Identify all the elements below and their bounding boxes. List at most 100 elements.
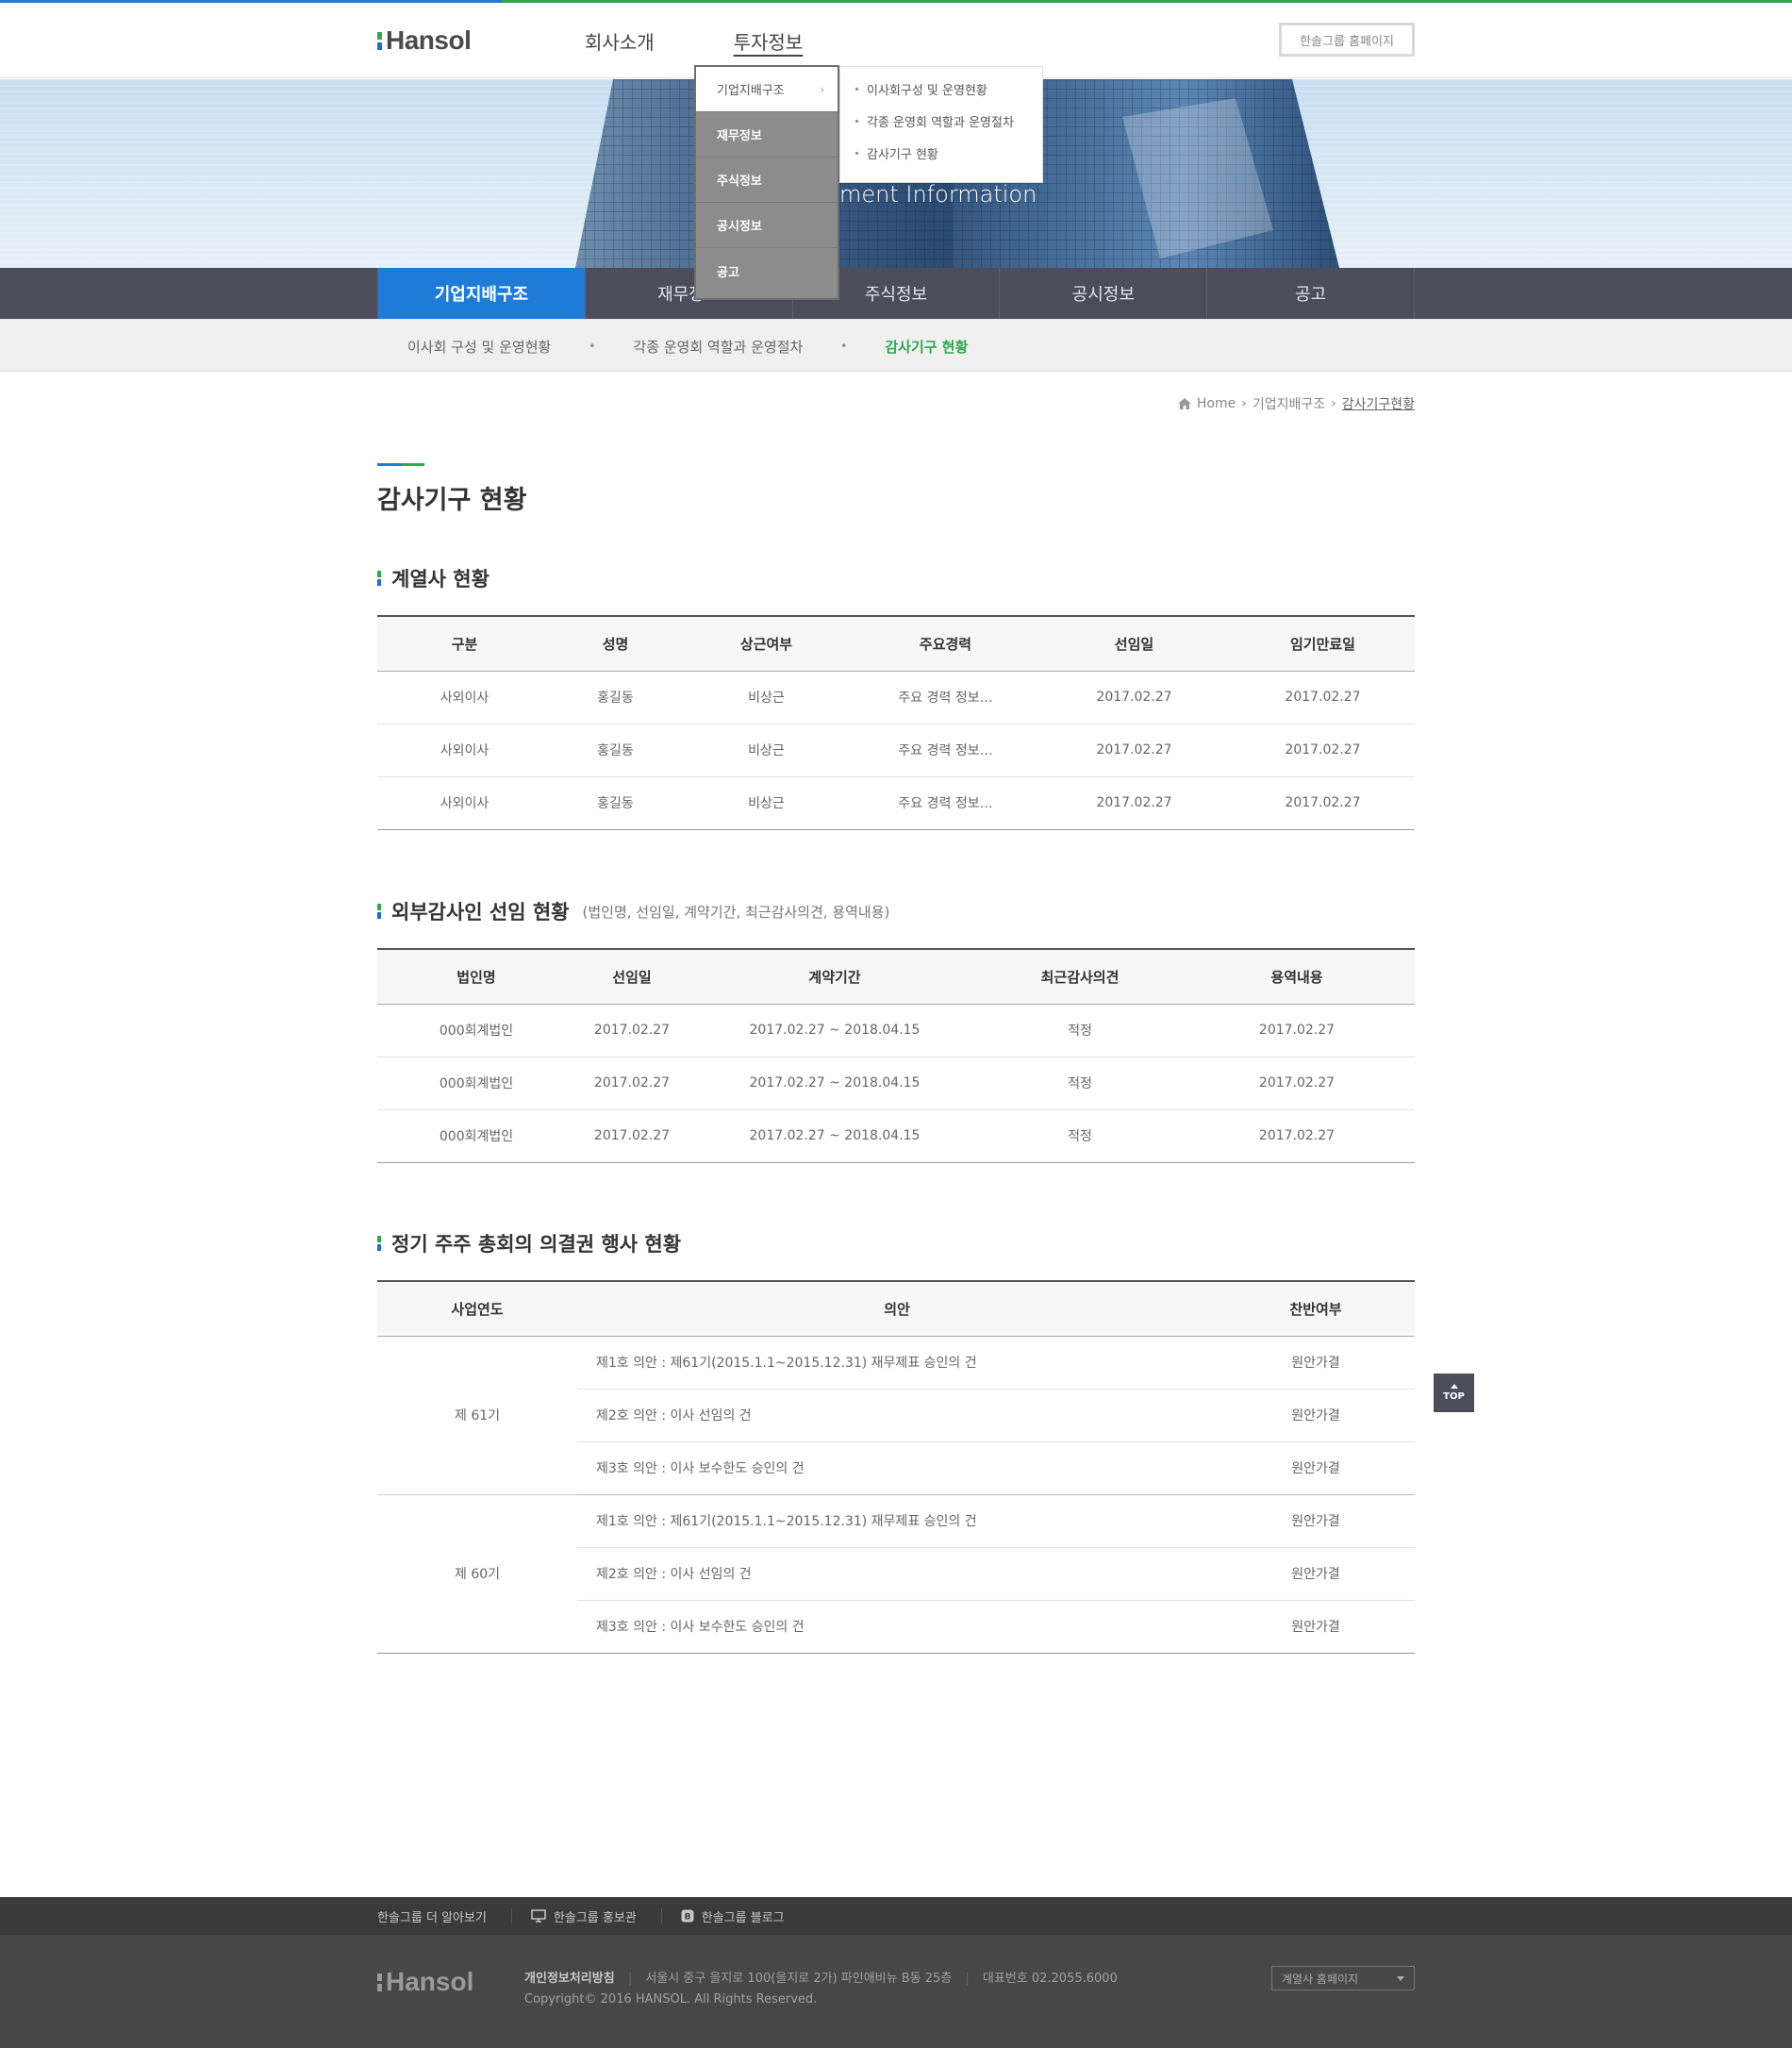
- table-header-row: 법인명 선임일 계약기간 최근감사의견 용역내용: [377, 948, 1415, 1005]
- top-label: TOP: [1443, 1391, 1465, 1402]
- section-title-voting: 정기 주주 총회의 의결권 행사 현황: [377, 1229, 681, 1257]
- dropdown-item-stock[interactable]: 주식정보: [696, 158, 838, 203]
- table-cell: 비상근: [679, 776, 854, 830]
- gnb-investment[interactable]: 투자정보: [734, 27, 804, 55]
- footer-link-blog[interactable]: B 한솔그룹 블로그: [660, 1908, 785, 1925]
- col-header: 법인명: [377, 948, 575, 1005]
- table-cell: 2017.02.27: [1231, 671, 1415, 724]
- dropdown-item-governance[interactable]: 기업지배구조 ›: [696, 67, 838, 112]
- footer-separator: |: [627, 1972, 633, 1986]
- table-cell: 2017.02.27: [1179, 1004, 1415, 1057]
- title-accent-bar: [377, 463, 424, 466]
- footer-link-label: 한솔그룹 블로그: [701, 1910, 785, 1925]
- footer-logo: Hansol: [377, 1967, 473, 1997]
- chevron-right-icon: ›: [820, 82, 824, 96]
- submenu-item-board[interactable]: 이사회구성 및 운영현황: [840, 80, 1042, 112]
- table-cell: 주요 경력 정보…: [854, 776, 1037, 830]
- table-row: 사외이사 홍길동 비상근 주요 경력 정보… 2017.02.27 2017.0…: [377, 671, 1415, 724]
- table-cell: 적정: [981, 1109, 1179, 1163]
- table-cell: 2017.02.27: [1037, 671, 1231, 724]
- table-row: 사외이사 홍길동 비상근 주요 경력 정보… 2017.02.27 2017.0…: [377, 776, 1415, 830]
- table-cell: 2017.02.27: [1037, 776, 1231, 830]
- section-mark-icon: [377, 1236, 381, 1251]
- table-cell: 비상근: [679, 724, 854, 777]
- section-tabs: 기업지배구조 재무정보 주식정보 공시정보 공고: [0, 268, 1792, 319]
- hansol-logo[interactable]: Hansol: [377, 25, 472, 56]
- dropdown-item-disclosure[interactable]: 공시정보: [696, 203, 838, 248]
- table-cell: 2017.02.27 ~ 2018.04.15: [689, 1109, 981, 1163]
- affiliate-select[interactable]: 계열사 홈페이지: [1271, 1966, 1415, 1990]
- footer-link-pr[interactable]: 한솔그룹 홍보관: [510, 1908, 637, 1925]
- footer-info: 개인정보처리방침 | 서울시 중구 을지로 100(을지로 2가) 파인애비뉴 …: [524, 1969, 1118, 2010]
- breadcrumb-home[interactable]: Home: [1197, 396, 1236, 411]
- table-cell: 2017.02.27: [1231, 724, 1415, 777]
- table-row: 000회계법인 2017.02.27 2017.02.27 ~ 2018.04.…: [377, 1109, 1415, 1163]
- section-mark-icon: [377, 571, 381, 586]
- group-homepage-button[interactable]: 한솔그룹 홈페이지: [1279, 23, 1415, 57]
- table-cell: 2017.02.27: [1179, 1057, 1415, 1110]
- table-cell: 제1호 의안 : 제61기(2015.1.1~2015.12.31) 재무제표 …: [577, 1494, 1217, 1548]
- section-subtitle: (법인명, 선임일, 계약기간, 최근감사의견, 용역내용): [582, 903, 890, 921]
- table-cell: 2017.02.27: [1231, 776, 1415, 830]
- table-cell: 원안가결: [1217, 1494, 1415, 1548]
- submenu-item-committees[interactable]: 각종 운영회 역할과 운영절차: [840, 112, 1042, 144]
- table-cell: 홍길동: [552, 776, 679, 830]
- tab-notice[interactable]: 공고: [1207, 268, 1415, 319]
- subtab-board[interactable]: 이사회 구성 및 운영현황: [407, 337, 551, 357]
- page-title: 감사기구 현황: [377, 486, 527, 515]
- subtab-audit[interactable]: 감사기구 현황: [885, 337, 968, 357]
- table-cell: 비상근: [679, 671, 854, 724]
- table-cell: 사외이사: [377, 724, 552, 777]
- subtab-committees[interactable]: 각종 운영회 역할과 운영절차: [633, 337, 803, 357]
- table-cell: 000회계법인: [377, 1004, 575, 1057]
- table-cell: 사외이사: [377, 776, 552, 830]
- arrow-up-icon: [1450, 1384, 1458, 1389]
- submenu-item-audit[interactable]: 감사기구 현황: [840, 144, 1042, 176]
- breadcrumb-current[interactable]: 감사기구현황: [1342, 394, 1415, 413]
- dropdown-submenu: 이사회구성 및 운영현황 각종 운영회 역할과 운영절차 감사기구 현황: [839, 66, 1043, 183]
- tab-governance[interactable]: 기업지배구조: [377, 268, 586, 319]
- footer-link-more[interactable]: 한솔그룹 더 알아보기: [377, 1908, 487, 1925]
- footer-address: 서울시 중구 을지로 100(을지로 2가) 파인애비뉴 B동 25층: [645, 1972, 953, 1986]
- dropdown-item-notice[interactable]: 공고: [696, 248, 838, 293]
- table-cell: 주요 경력 정보…: [854, 724, 1037, 777]
- scroll-top-button[interactable]: TOP: [1434, 1374, 1474, 1412]
- col-header: 구분: [377, 615, 552, 672]
- footer-links-bar: 한솔그룹 더 알아보기 한솔그룹 홍보관 B 한솔그룹 블로그: [0, 1897, 1792, 1935]
- svg-text:B: B: [684, 1913, 690, 1923]
- dropdown-item-finance[interactable]: 재무정보: [696, 112, 838, 158]
- table-cell: 2017.02.27: [575, 1057, 689, 1110]
- chevron-down-icon: [1397, 1975, 1404, 1981]
- table-cell: 적정: [981, 1057, 1179, 1110]
- blog-icon: B: [681, 1909, 694, 1923]
- breadcrumb-level1[interactable]: 기업지배구조: [1253, 394, 1325, 413]
- tab-disclosure[interactable]: 공시정보: [1000, 268, 1208, 319]
- col-header: 임기만료일: [1231, 615, 1415, 672]
- section-title-text: 계열사 현황: [391, 568, 489, 591]
- term-cell: 제 60기: [377, 1494, 577, 1654]
- table-cell: 제3호 의안 : 이사 보수한도 승인의 건: [577, 1441, 1217, 1495]
- presentation-icon: [531, 1909, 546, 1923]
- footer-copyright: Copyright© 2016 HANSOL. All Rights Reser…: [524, 1992, 818, 2006]
- section-mark-icon: [377, 904, 381, 919]
- footer-link-label: 한솔그룹 더 알아보기: [377, 1910, 487, 1925]
- table-cell: 원안가결: [1217, 1547, 1415, 1601]
- table-cell: 원안가결: [1217, 1389, 1415, 1442]
- logo-mark-icon: [377, 31, 382, 50]
- table-cell: 원안가결: [1217, 1336, 1415, 1390]
- section-title-affiliates: 계열사 현황: [377, 564, 489, 592]
- table-cell: 원안가결: [1217, 1441, 1415, 1495]
- table-cell: 000회계법인: [377, 1057, 575, 1110]
- table-cell: 제1호 의안 : 제61기(2015.1.1~2015.12.31) 재무제표 …: [577, 1336, 1217, 1390]
- table-header-row: 구분 성명 상근여부 주요경력 선임일 임기만료일: [377, 615, 1415, 672]
- voting-table: 사업연도 의안 찬반여부 제 61기 제1호 의안 : 제61기(2015.1.…: [377, 1280, 1415, 1654]
- privacy-link[interactable]: 개인정보처리방침: [524, 1972, 615, 1986]
- subtab-divider: •: [589, 340, 596, 353]
- breadcrumb: Home › 기업지배구조 › 감사기구현황: [1177, 394, 1415, 413]
- gnb-company[interactable]: 회사소개: [585, 27, 655, 55]
- chevron-right-icon: ›: [1241, 396, 1247, 411]
- col-header: 찬반여부: [1217, 1280, 1415, 1337]
- table-cell: 제2호 의안 : 이사 선임의 건: [577, 1389, 1217, 1442]
- logo-text: Hansol: [386, 25, 472, 55]
- chevron-right-icon: ›: [1331, 396, 1336, 411]
